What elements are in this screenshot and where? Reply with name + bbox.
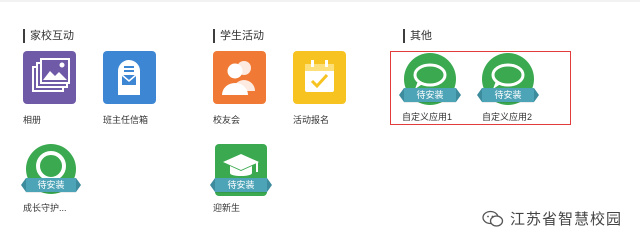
app-alumni-label: 校友会	[213, 115, 241, 125]
app-welcome-freshmen[interactable]: 待安装 迎新生	[210, 144, 293, 214]
app-alumni[interactable]: 校友会	[213, 51, 293, 126]
install-badge: 待安装	[210, 178, 272, 192]
watermark-text: 江苏省智慧校园	[509, 211, 622, 228]
app-album[interactable]: 相册	[23, 51, 103, 126]
app-album-label: 相册	[23, 115, 42, 125]
app-activity-signup-label: 活动报名	[293, 115, 330, 125]
app-growth-guardian[interactable]: 待安装 成长守护...	[21, 144, 103, 214]
section-title-home-school: 家校互动	[23, 29, 74, 43]
app-growth-guardian-label: 成长守护...	[23, 203, 67, 213]
watermark: 江苏省智慧校园	[482, 208, 622, 229]
album-icon	[23, 51, 76, 104]
top-divider	[0, 0, 640, 2]
install-badge: 待安装	[21, 178, 81, 192]
app-activity-signup[interactable]: 活动报名	[293, 51, 373, 126]
wechat-icon	[482, 210, 504, 227]
section-title-other: 其他	[403, 29, 432, 43]
app-custom-1-label: 自定义应用1	[402, 112, 453, 122]
install-badge: 待安装	[477, 88, 539, 102]
app-custom-2[interactable]: 待安装 自定义应用2	[477, 53, 562, 125]
mailbox-icon	[103, 51, 156, 104]
app-mailbox-label: 班主任信箱	[103, 115, 149, 125]
calendar-check-icon	[293, 51, 346, 104]
app-custom-2-label: 自定义应用2	[482, 112, 533, 122]
section-title-student-activity: 学生活动	[213, 29, 264, 43]
app-mailbox[interactable]: 班主任信箱	[103, 51, 183, 126]
app-custom-1[interactable]: 待安装 自定义应用1	[399, 53, 482, 125]
install-badge: 待安装	[399, 88, 461, 102]
app-welcome-freshmen-label: 迎新生	[213, 203, 241, 213]
people-icon	[213, 51, 266, 104]
